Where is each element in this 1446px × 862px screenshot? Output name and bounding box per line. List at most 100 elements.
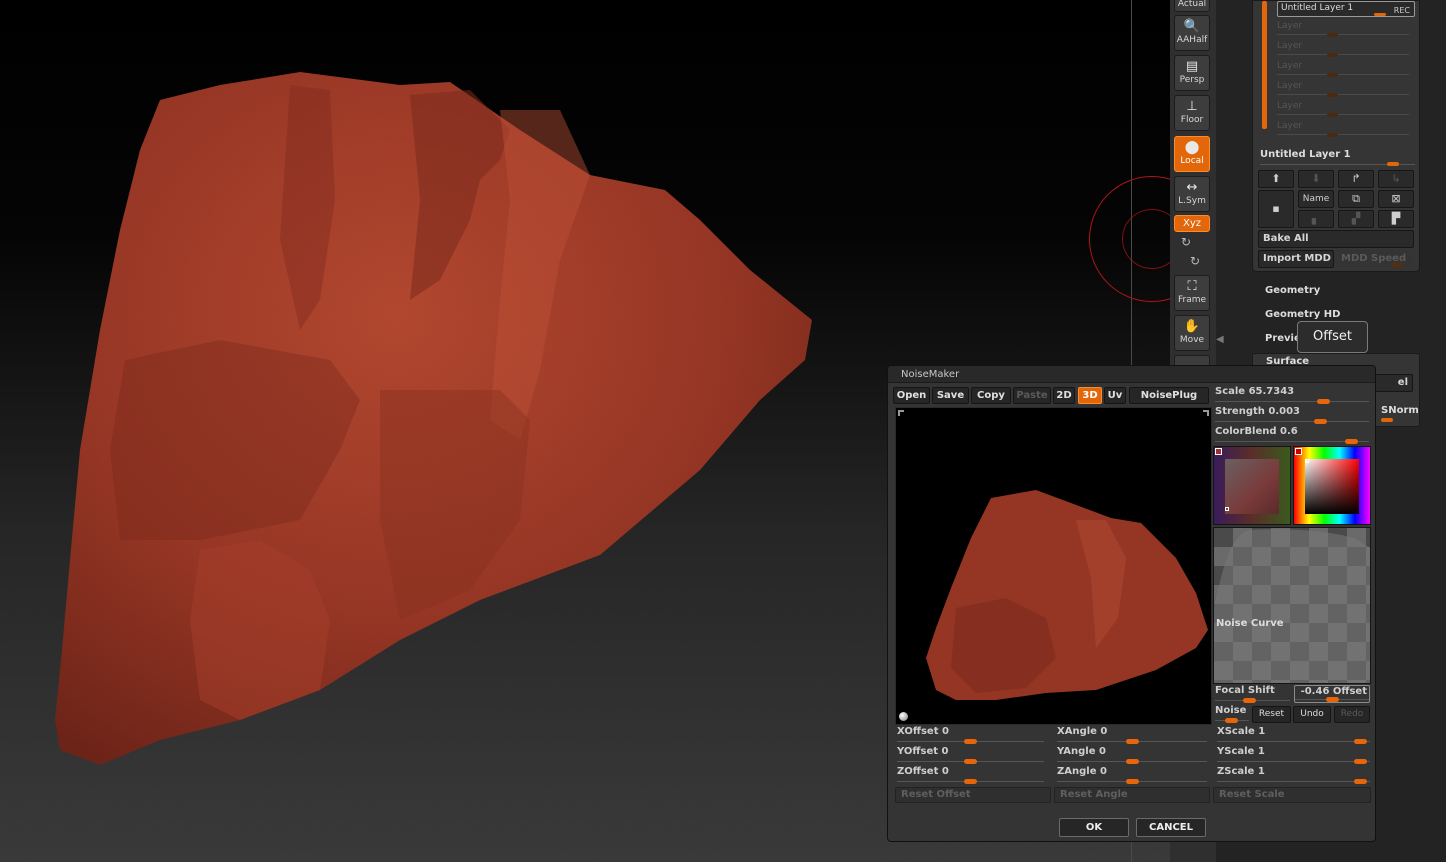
geometry-menu[interactable]: Geometry [1265,285,1320,296]
reset-scale-button[interactable]: Reset Scale [1213,787,1371,803]
actual-button[interactable]: Actual [1174,0,1210,12]
slider-knob[interactable] [1126,759,1139,764]
xscale-slider[interactable]: XScale 1 [1217,726,1370,744]
noise-slider[interactable]: Noise [1215,705,1249,723]
noisemaker-dialog: NoiseMaker Open Save Copy Paste 2D 3D Uv… [887,365,1376,842]
layer-row[interactable]: Layer [1277,81,1409,97]
layer-row[interactable]: Layer [1277,41,1409,57]
open-button[interactable]: Open [893,387,930,404]
xyz-label: Xyz [1182,218,1202,229]
preview-corner-handle[interactable] [898,410,904,416]
xangle-slider[interactable]: XAngle 0 [1057,726,1207,744]
layer-name-button[interactable]: Name [1298,190,1334,208]
slider-knob[interactable] [964,739,977,744]
slider-knob[interactable] [1314,419,1327,424]
slider-knob[interactable] [1243,698,1256,703]
persp-button[interactable]: ▤ Persp [1174,55,1210,91]
floor-button[interactable]: ⊥ Floor [1174,95,1210,131]
layer-option-button[interactable]: ▖ [1298,210,1334,228]
local-button[interactable]: ⬤ Local [1174,136,1210,172]
tray-collapse-arrow[interactable]: ◀ [1216,334,1224,348]
slider-knob[interactable] [1317,399,1330,404]
curve-undo-button[interactable]: Undo [1293,706,1331,723]
yscale-slider[interactable]: YScale 1 [1217,746,1370,764]
colorblend-slider[interactable]: ColorBlend 0.6 [1215,426,1369,444]
layer-list-scrollbar[interactable] [1262,1,1267,129]
slider-knob[interactable] [1126,739,1139,744]
lsym-button[interactable]: ↔ L.Sym [1174,176,1210,212]
layer-row[interactable]: Layer [1277,101,1409,117]
frame-label: Frame [1177,295,1207,305]
preview-light-sphere[interactable] [899,712,908,721]
slider-knob[interactable] [1126,779,1139,784]
slider-knob[interactable] [964,779,977,784]
yangle-slider[interactable]: YAngle 0 [1057,746,1207,764]
xyz-button[interactable]: Xyz [1174,215,1210,232]
mode-2d-button[interactable]: 2D [1053,387,1075,404]
copy-button[interactable]: Copy [971,387,1011,404]
color-swatch-a[interactable] [1213,446,1291,525]
current-layer-label: Untitled Layer 1 [1260,149,1351,160]
ok-button[interactable]: OK [1059,818,1129,837]
yscale-value: 1 [1257,746,1265,757]
bake-all-button[interactable]: Bake All [1258,230,1414,248]
layer-split-button[interactable]: ↱ [1338,170,1374,188]
scale-slider[interactable]: Scale 65.7343 [1215,386,1369,404]
curve-redo-button[interactable]: Redo [1334,706,1370,723]
save-button[interactable]: Save [932,387,969,404]
slider-knob[interactable] [1354,779,1367,784]
noise-preview-viewport[interactable] [895,407,1212,725]
mdd-speed-slider[interactable]: MDD Speed [1336,250,1414,268]
move-layer-up-button[interactable]: ⬆ [1258,170,1294,188]
layer-intensity-knob[interactable] [1374,13,1386,16]
slider-knob[interactable] [1345,439,1358,444]
duplicate-layer-button[interactable]: ⧉ [1338,190,1374,208]
cancel-button[interactable]: CANCEL [1136,818,1206,837]
curve-reset-button[interactable]: Reset [1252,706,1291,723]
zoffset-slider[interactable]: ZOffset 0 [897,766,1044,784]
noiseplug-button[interactable]: NoisePlug [1129,387,1209,404]
noise-curve-editor[interactable]: Noise Curve [1213,527,1371,684]
focal-shift-slider[interactable]: Focal Shift [1215,685,1290,703]
reset-offset-button[interactable]: Reset Offset [895,787,1051,803]
layer-merge-button[interactable]: ↳ [1378,170,1414,188]
zscale-label: ZScale [1217,766,1255,777]
snorm-label[interactable]: SNorm [1381,405,1419,416]
rec-label: REC [1393,6,1410,15]
aahalf-button[interactable]: 🔍 AAHalf [1174,15,1210,51]
name-label: Name [1302,194,1330,204]
uv-button[interactable]: Uv [1104,387,1126,404]
layer-row[interactable]: Layer [1277,61,1409,77]
bake-all-label: Bake All [1263,233,1309,244]
rotate-y-icon[interactable]: ↻ [1181,235,1191,249]
import-mdd-button[interactable]: Import MDD [1258,250,1334,268]
current-layer-slider[interactable]: Untitled Layer 1 [1260,149,1415,166]
new-layer-button[interactable]: ▪ [1258,190,1294,228]
layer-row-active[interactable]: Untitled Layer 1 REC [1277,1,1415,17]
layer-row[interactable]: Layer [1277,121,1409,137]
geometry-hd-menu[interactable]: Geometry HD [1265,309,1340,320]
slider-knob[interactable] [964,759,977,764]
layer-option-button[interactable]: ▛ [1378,210,1414,228]
preview-corner-handle[interactable] [1203,410,1209,416]
delete-layer-button[interactable]: ⊠ [1378,190,1414,208]
slider-knob[interactable] [1354,759,1367,764]
frame-button[interactable]: ⛶ Frame [1174,275,1210,311]
slider-knob[interactable] [1326,697,1339,702]
color-swatch-b[interactable] [1293,446,1371,525]
zangle-slider[interactable]: ZAngle 0 [1057,766,1207,784]
layer-row[interactable]: Layer [1277,21,1409,37]
strength-slider[interactable]: Strength 0.003 [1215,406,1369,424]
paste-button[interactable]: Paste [1013,387,1051,404]
offset-slider[interactable]: -0.46 Offset [1294,685,1370,703]
zscale-slider[interactable]: ZScale 1 [1217,766,1370,784]
layer-option-button[interactable]: ▞ [1338,210,1374,228]
reset-angle-button[interactable]: Reset Angle [1054,787,1210,803]
move-layer-down-button[interactable]: ⬇ [1298,170,1334,188]
mode-3d-button[interactable]: 3D [1078,387,1102,404]
xoffset-slider[interactable]: XOffset 0 [897,726,1044,744]
rotate-z-icon[interactable]: ↻ [1190,254,1200,268]
slider-knob[interactable] [1354,739,1367,744]
move-button[interactable]: ✋ Move [1174,315,1210,351]
yoffset-slider[interactable]: YOffset 0 [897,746,1044,764]
